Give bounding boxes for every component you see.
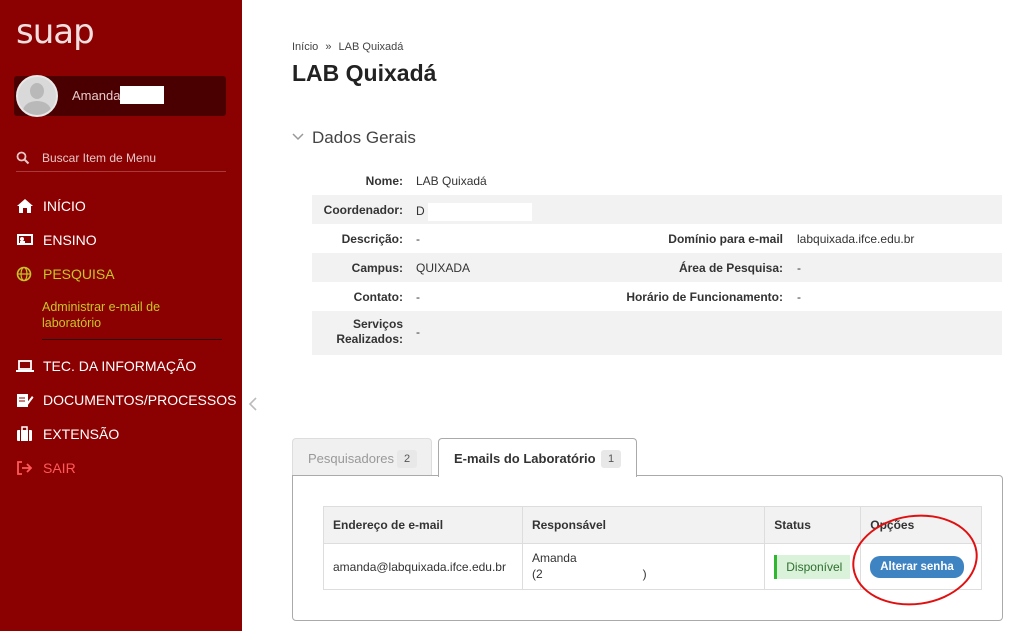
table-header-row: Endereço de e-mail Responsável Status Op… <box>323 506 982 544</box>
field-value: - <box>416 290 420 304</box>
field-label: Descrição: <box>341 232 403 246</box>
info-row: Coordenador: D <box>312 195 1002 224</box>
sidebar-item-label: SAIR <box>43 460 76 476</box>
laptop-icon <box>16 360 34 372</box>
field-label: Nome: <box>365 174 403 188</box>
info-row: Contato: - Horário de Funcionamento: - <box>312 282 1002 311</box>
avatar <box>16 75 58 117</box>
chevron-down-icon <box>292 133 304 141</box>
field-label: Área de Pesquisa: <box>678 261 783 275</box>
app-logo[interactable]: suap <box>16 12 95 52</box>
document-edit-icon <box>17 394 34 407</box>
options-cell: Alterar senha <box>860 543 982 590</box>
field-label: Contato: <box>353 290 403 304</box>
user-card[interactable]: Amanda <box>14 75 226 117</box>
table-row: amanda@labquixada.ifce.edu.br Amanda (2)… <box>323 543 982 590</box>
alterar-senha-button[interactable]: Alterar senha <box>870 555 964 578</box>
search-input[interactable]: Buscar Item de Menu <box>42 151 156 165</box>
responsavel-id-start: (2 <box>531 566 543 581</box>
sidebar-item-label: TEC. DA INFORMAÇÃO <box>43 358 197 374</box>
sidebar-item-tec-informacao[interactable]: TEC. DA INFORMAÇÃO <box>16 356 231 378</box>
field-value: QUIXADA <box>416 261 471 275</box>
email-cell: amanda@labquixada.ifce.edu.br <box>323 543 523 590</box>
globe-icon <box>16 266 32 282</box>
status-cell: Disponível <box>764 543 862 590</box>
tab-emails-laboratorio[interactable]: E-mails do Laboratório 1 <box>438 438 637 477</box>
field-label: Serviços Realizados: <box>336 317 403 347</box>
sidebar-item-label: EXTENSÃO <box>43 426 120 442</box>
field-value: - <box>416 325 420 339</box>
sidebar-item-pesquisa[interactable]: PESQUISA <box>16 264 231 286</box>
tab-label: E-mails do Laboratório <box>454 451 596 466</box>
field-label-line: Realizados: <box>336 332 403 346</box>
responsavel-name: Amanda <box>531 551 577 566</box>
column-header: Opções <box>860 506 982 544</box>
search-icon <box>16 151 30 165</box>
field-label: Coordenador: <box>323 203 403 217</box>
emails-table: Endereço de e-mail Responsável Status Op… <box>323 506 982 590</box>
sidebar-item-label: INÍCIO <box>43 198 86 214</box>
info-row: Serviços Realizados: - <box>312 311 1002 355</box>
menu-search[interactable]: Buscar Item de Menu <box>16 150 226 172</box>
sidebar-item-documentos[interactable]: DOCUMENTOS/PROCESSOS <box>16 390 236 412</box>
info-row: Descrição: - Domínio para e-mail labquix… <box>312 224 1002 253</box>
tab-pesquisadores[interactable]: Pesquisadores 2 <box>292 438 432 476</box>
sidebar-item-extensao[interactable]: EXTENSÃO <box>16 424 231 446</box>
field-value: labquixada.ifce.edu.br <box>797 232 915 246</box>
field-value: D <box>416 204 425 219</box>
sidebar-item-ensino[interactable]: ENSINO <box>16 230 231 252</box>
home-icon <box>17 199 33 213</box>
field-label: Domínio para e-mail <box>668 232 783 246</box>
sidebar-item-label: ENSINO <box>43 232 97 248</box>
user-name: Amanda <box>72 88 121 103</box>
breadcrumb: Início » LAB Quixadá <box>292 41 403 53</box>
responsavel-cell: Amanda (2) <box>521 543 766 590</box>
field-label: Campus: <box>351 261 403 275</box>
column-header: Responsável <box>521 506 766 544</box>
field-value-container: D <box>416 203 532 221</box>
redacted-mask <box>427 203 532 221</box>
field-value: LAB Quixadá <box>416 174 487 188</box>
column-header: Endereço de e-mail <box>323 506 523 544</box>
redacted-mask <box>576 551 692 567</box>
field-label: Horário de Funcionamento: <box>626 290 783 304</box>
sidebar-item-sair[interactable]: SAIR <box>16 458 231 480</box>
tab-label: Pesquisadores <box>308 451 394 466</box>
redacted-mask <box>120 86 164 104</box>
collapse-sidebar-icon[interactable] <box>248 396 260 412</box>
redacted-mask <box>542 566 643 582</box>
sidebar-item-label: PESQUISA <box>43 266 115 282</box>
status-badge: Disponível <box>774 554 851 579</box>
sidebar-item-inicio[interactable]: INÍCIO <box>16 196 231 218</box>
sidebar-item-label: DOCUMENTOS/PROCESSOS <box>43 392 237 408</box>
field-value: - <box>416 232 420 246</box>
chalkboard-icon <box>17 234 33 245</box>
field-value: - <box>797 261 801 275</box>
field-value: - <box>797 290 801 304</box>
section-title: Dados Gerais <box>312 128 416 147</box>
column-header: Status <box>764 506 862 544</box>
tab-count-badge: 2 <box>397 450 417 468</box>
sidebar: suap Amanda Buscar Item de Menu INÍCIO E… <box>0 0 242 631</box>
breadcrumb-current: LAB Quixadá <box>338 41 404 53</box>
breadcrumb-separator: » <box>325 41 332 53</box>
briefcase-icon <box>17 426 32 441</box>
tab-count-badge: 1 <box>601 450 621 468</box>
divider <box>42 339 222 340</box>
field-label-line: Serviços <box>352 317 403 331</box>
logout-icon <box>17 461 33 475</box>
info-row: Nome: LAB Quixadá <box>312 166 1002 195</box>
breadcrumb-home-link[interactable]: Início <box>292 41 318 53</box>
info-table: Nome: LAB Quixadá Coordenador: D Descriç… <box>312 166 1002 355</box>
info-row: Campus: QUIXADA Área de Pesquisa: - <box>312 253 1002 282</box>
page-title: LAB Quixadá <box>292 60 437 86</box>
submenu-item-admin-email[interactable]: Administrar e-mail de laboratório <box>42 299 222 331</box>
responsavel-id-end: ) <box>642 566 647 581</box>
